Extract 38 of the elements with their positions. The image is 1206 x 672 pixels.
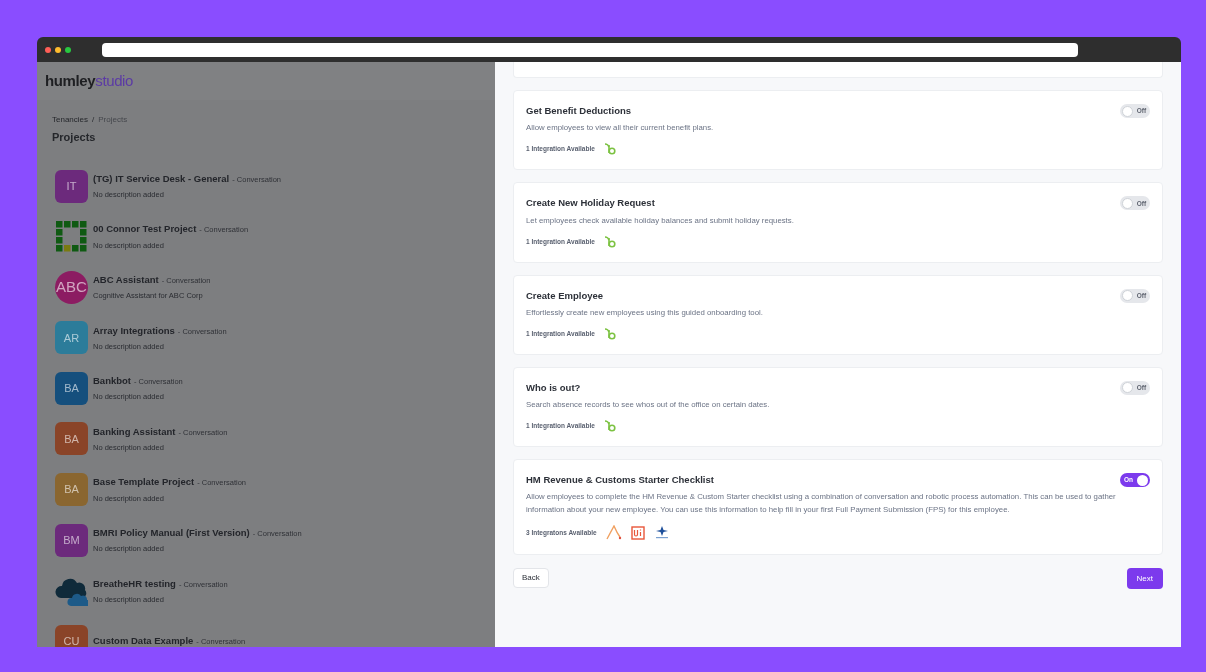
project-name: Banking Assistant xyxy=(93,424,176,439)
project-name: Array Integrations xyxy=(93,323,175,338)
leaf-b-logo-icon xyxy=(603,143,617,156)
feature-title: Who is out? xyxy=(526,380,581,395)
project-name: 00 Connor Test Project xyxy=(93,222,197,237)
page-title: Projects xyxy=(51,130,97,145)
four-point-star-logo-icon xyxy=(653,526,670,540)
project-avatar: BA xyxy=(55,473,88,507)
brand-logo: humleystudio xyxy=(45,70,134,91)
project-name: Custom Data Example xyxy=(93,634,194,647)
project-avatar: AR xyxy=(55,321,88,355)
next-button[interactable]: Next xyxy=(1126,568,1163,590)
feature-title: HM Revenue & Customs Starter Checklist xyxy=(526,473,714,487)
project-avatar: BA xyxy=(55,371,88,405)
curved-a-logo-icon xyxy=(605,525,622,541)
feature-title: Get Benefit Deductions xyxy=(526,104,632,118)
project-name: BreatheHR testing xyxy=(93,576,176,591)
project-name: BMRI Policy Manual (First Version) xyxy=(93,525,250,540)
breadcrumb-link[interactable]: Tenancies xyxy=(52,114,89,126)
project-name: (TG) IT Service Desk - General xyxy=(93,171,230,186)
grid-pattern-icon xyxy=(56,221,87,253)
project-name: Bankbot xyxy=(93,374,131,389)
project-name: Base Template Project xyxy=(93,475,195,490)
leaf-b-logo-icon xyxy=(603,235,617,248)
project-avatar: BM xyxy=(55,523,88,557)
leaf-b-logo-icon xyxy=(603,420,617,432)
project-avatar: ABC xyxy=(55,270,88,304)
project-avatar: IT xyxy=(55,169,88,203)
project-avatar: CU xyxy=(55,624,88,647)
feature-title: Create Employee xyxy=(526,288,604,303)
breadcrumb-separator: / xyxy=(92,114,95,126)
project-avatar: BA xyxy=(55,422,88,456)
back-button[interactable]: Back xyxy=(513,568,549,589)
ui-logo-icon xyxy=(630,525,645,540)
leaf-b-logo-icon xyxy=(603,327,617,340)
project-name: ABC Assistant xyxy=(93,272,159,287)
address-bar[interactable] xyxy=(102,42,1078,57)
feature-title: Create New Holiday Request xyxy=(526,196,655,211)
